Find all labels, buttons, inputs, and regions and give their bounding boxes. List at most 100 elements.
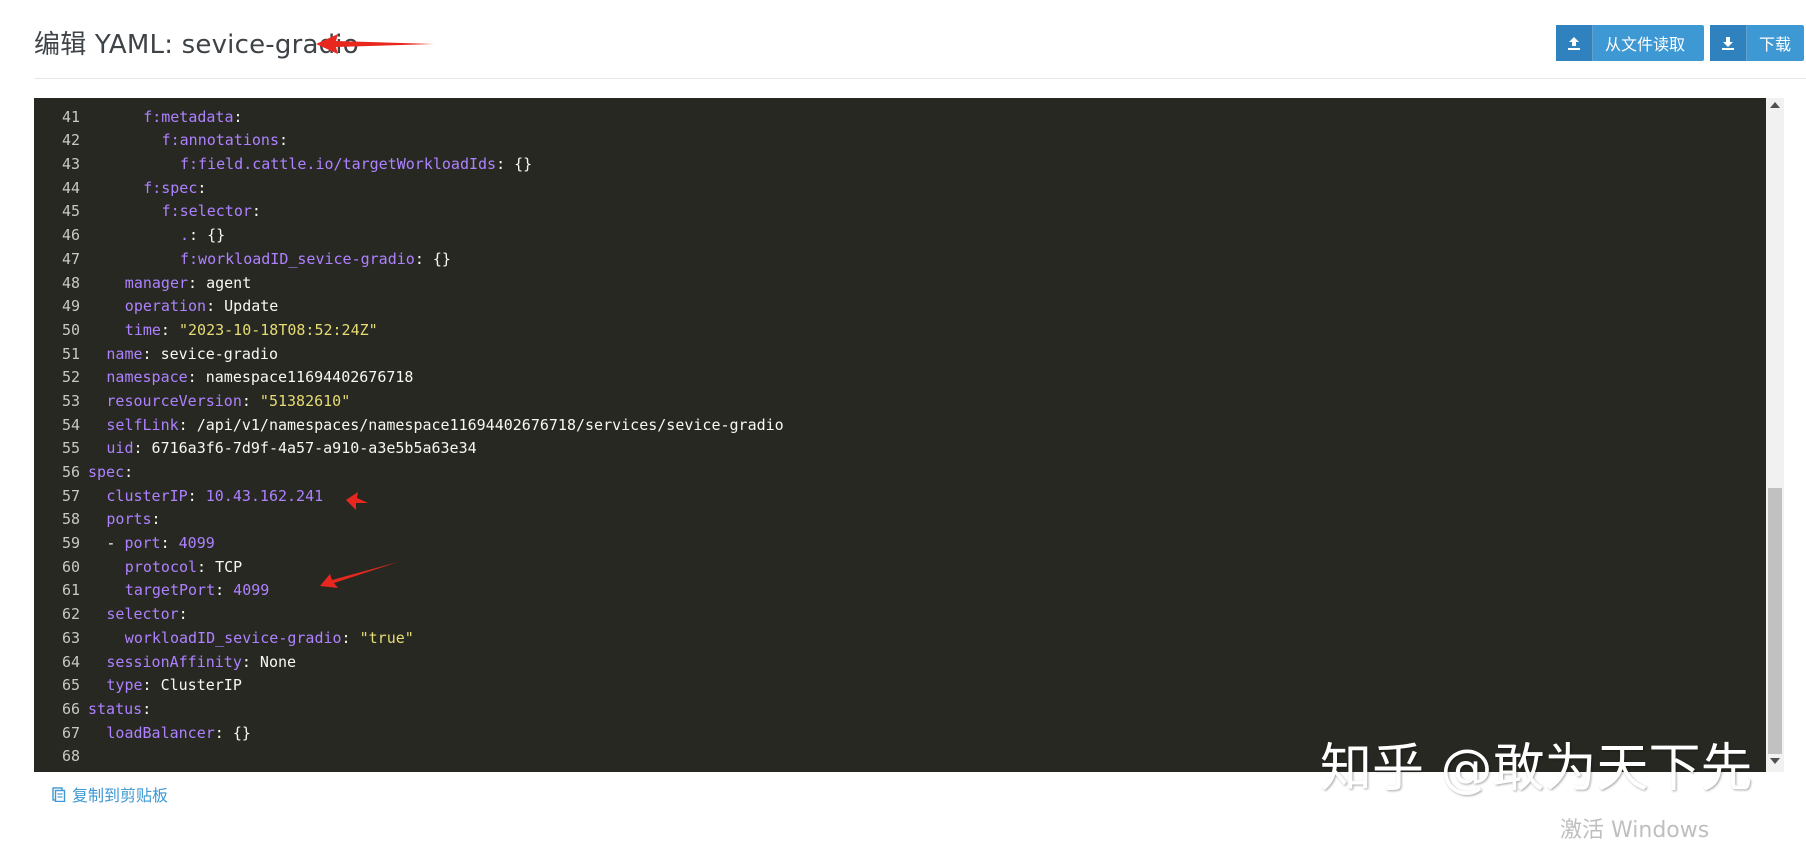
line-text: operation: Update — [88, 295, 279, 319]
yaml-value: : — [160, 534, 179, 553]
line-text: - port: 4099 — [88, 532, 215, 556]
code-line[interactable]: 41 f:metadata: — [34, 106, 1766, 130]
yaml-key: f:spec — [143, 178, 198, 197]
yaml-key: name — [106, 344, 143, 363]
line-number: 57 — [61, 486, 80, 505]
line-number: 62 — [61, 605, 80, 624]
code-line[interactable]: 52 namespace: namespace11694402676718 — [34, 366, 1766, 390]
code-line[interactable]: 57 clusterIP: 10.43.162.241 — [34, 485, 1766, 509]
code-line[interactable]: 58 ports: — [34, 508, 1766, 532]
code-line[interactable]: 59 - port: 4099 — [34, 532, 1766, 556]
code-line[interactable]: 61 targetPort: 4099 — [34, 579, 1766, 603]
code-line[interactable]: 65 type: ClusterIP — [34, 674, 1766, 698]
yaml-key: f:annotations — [161, 131, 279, 150]
copy-to-clipboard-link[interactable]: 复制到剪贴板 — [50, 782, 168, 806]
yaml-value: : namespace11694402676718 — [187, 368, 414, 387]
code-line[interactable]: 63 workloadID_sevice-gradio: "true" — [34, 627, 1766, 651]
line-text: sessionAffinity: None — [88, 651, 296, 675]
code-line[interactable]: 49 operation: Update — [34, 295, 1766, 319]
code-line[interactable]: 43 f:field.cattle.io/targetWorkloadIds: {… — [34, 153, 1766, 177]
yaml-value: : — [251, 202, 261, 221]
header-divider — [34, 78, 1806, 79]
code-line[interactable]: 47 f:workloadID_sevice-gradio: {} — [34, 248, 1766, 272]
code-line[interactable]: 50 time: "2023-10-18T08:52:24Z" — [34, 319, 1766, 343]
yaml-editor[interactable]: 40fieldsV1:41f:metadata:42 f:annotations:… — [34, 98, 1784, 772]
yaml-value: : {} — [414, 249, 451, 268]
download-icon — [1710, 25, 1747, 61]
line-text: .: {} — [88, 224, 225, 248]
scrollbar-thumb[interactable] — [1768, 488, 1782, 754]
annotation-arrow-ports — [320, 562, 398, 588]
code-line[interactable]: 60 protocol: TCP — [34, 556, 1766, 580]
line-number: 52 — [61, 368, 80, 387]
download-button[interactable]: 下载 — [1710, 25, 1804, 61]
yaml-string: "2023-10-18T08:52:24Z" — [178, 320, 378, 339]
yaml-value: : {} — [214, 723, 251, 742]
yaml-key: time — [124, 320, 161, 339]
yaml-key: 4099 — [178, 534, 215, 553]
yaml-value: : agent — [188, 273, 252, 292]
code-line[interactable]: 62 selector: — [34, 603, 1766, 627]
yaml-value: : ClusterIP — [142, 676, 242, 695]
line-number: 51 — [61, 344, 80, 363]
yaml-key: 10.43.162.241 — [205, 486, 324, 505]
yaml-value: : None — [241, 652, 297, 671]
line-number: 61 — [61, 581, 80, 600]
code-line[interactable]: 40fieldsV1: — [34, 98, 1766, 106]
yaml-value: : — [160, 320, 179, 339]
code-line[interactable]: 56 spec: — [34, 461, 1766, 485]
code-line[interactable]: 55 uid: 6716a3f6-7d9f-4a57-a910-a3e5b5a63… — [34, 437, 1766, 461]
yaml-key: resourceVersion — [106, 391, 242, 410]
line-text: loadBalancer: {} — [88, 722, 251, 746]
yaml-key: ports — [106, 510, 152, 529]
yaml-value: : — [241, 391, 260, 410]
line-number: 58 — [61, 510, 80, 529]
yaml-value: : 6716a3f6-7d9f-4a57-a910-a3e5b5a63e34 — [133, 439, 477, 458]
code-lines[interactable]: 40fieldsV1:41f:metadata:42 f:annotations:… — [34, 98, 1766, 769]
yaml-key: selfLink — [106, 415, 179, 434]
yaml-key: f:workloadID_sevice-gradio — [180, 249, 415, 268]
code-line[interactable]: 44 f:spec: — [34, 177, 1766, 201]
yaml-key: targetPort — [124, 581, 216, 600]
line-text: spec: — [88, 461, 133, 485]
yaml-key: protocol — [124, 557, 198, 576]
annotation-arrow-title — [316, 34, 434, 54]
code-line[interactable]: 64 sessionAffinity: None — [34, 651, 1766, 675]
line-number: 67 — [61, 723, 80, 742]
yaml-value: : — [151, 510, 161, 529]
code-line[interactable]: 53 resourceVersion: "51382610" — [34, 390, 1766, 414]
yaml-key: sessionAffinity — [106, 652, 242, 671]
line-number: 41 — [61, 107, 80, 126]
yaml-key: fieldsV1 — [125, 98, 197, 102]
yaml-value: : — [124, 463, 134, 481]
line-number: 46 — [61, 226, 80, 245]
code-line[interactable]: 54 selfLink: /api/v1/namespaces/namespace… — [34, 414, 1766, 438]
yaml-string: "true" — [359, 628, 414, 647]
line-number: 42 — [61, 131, 80, 150]
yaml-value: : TCP — [197, 557, 243, 576]
yaml-value: : — [142, 699, 152, 718]
code-line[interactable]: 42 f:annotations: — [34, 129, 1766, 153]
yaml-value: : — [233, 107, 243, 126]
yaml-value: : /api/v1/namespaces/namespace1169440267… — [178, 415, 784, 434]
yaml-value: : — [197, 178, 207, 197]
yaml-key: 4099 — [233, 581, 270, 600]
line-number: 48 — [61, 273, 80, 292]
code-line[interactable]: 51 name: sevice-gradio — [34, 343, 1766, 367]
line-number: 56 — [61, 463, 80, 481]
line-text: manager: agent — [88, 272, 251, 296]
line-number: 53 — [61, 391, 80, 410]
scroll-down-arrow-icon[interactable] — [1770, 758, 1780, 764]
code-line[interactable]: 45 f:selector: — [34, 200, 1766, 224]
code-line[interactable]: 46 .: {} — [34, 224, 1766, 248]
code-line[interactable]: 66 status: — [34, 698, 1766, 722]
page-title: 编辑 YAML: sevice-gradio — [34, 30, 359, 60]
yaml-key: port — [124, 534, 161, 553]
upload-icon — [1556, 25, 1593, 61]
scroll-up-arrow-icon[interactable] — [1770, 102, 1780, 108]
line-text: workloadID_sevice-gradio: "true" — [88, 627, 414, 651]
vertical-scrollbar[interactable] — [1766, 98, 1784, 772]
code-line[interactable]: 48 manager: agent — [34, 272, 1766, 296]
yaml-value: : sevice-gradio — [142, 344, 278, 363]
read-from-file-button[interactable]: 从文件读取 — [1556, 25, 1704, 61]
